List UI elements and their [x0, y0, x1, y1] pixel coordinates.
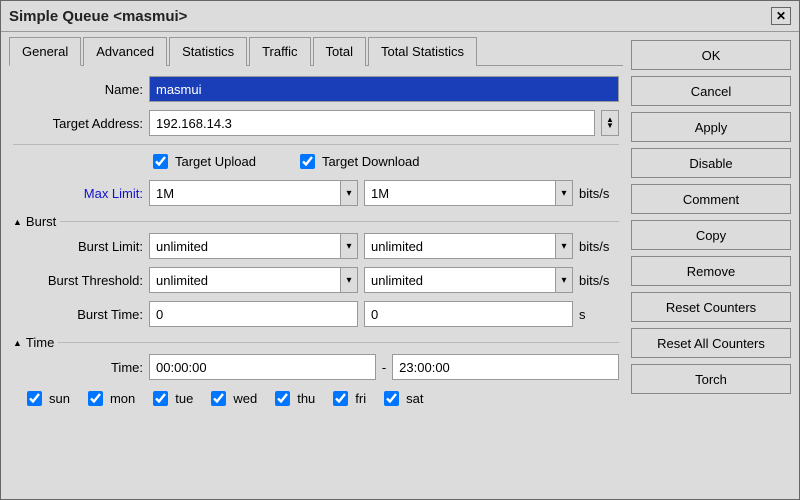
day-mon[interactable]: mon: [84, 388, 135, 409]
main-panel: General Advanced Statistics Traffic Tota…: [9, 36, 623, 491]
close-button[interactable]: ✕: [771, 7, 791, 25]
burst-time-down-input[interactable]: [364, 301, 573, 327]
tab-total-statistics[interactable]: Total Statistics: [368, 37, 477, 66]
label-burst-limit: Burst Limit:: [13, 239, 143, 254]
reset-all-counters-button[interactable]: Reset All Counters: [631, 328, 791, 358]
reset-counters-button[interactable]: Reset Counters: [631, 292, 791, 322]
remove-button[interactable]: Remove: [631, 256, 791, 286]
titlebar: Simple Queue <masmui> ✕: [1, 1, 799, 32]
target-download-check[interactable]: Target Download: [296, 151, 420, 172]
unit-bits: bits/s: [579, 186, 619, 201]
target-address-spinner[interactable]: ▲▼: [601, 110, 619, 136]
collapse-icon[interactable]: ▲: [13, 338, 22, 348]
label-burst-time: Burst Time:: [13, 307, 143, 322]
target-address-input[interactable]: [149, 110, 595, 136]
label-max-limit: Max Limit:: [13, 186, 143, 201]
row-target-address: Target Address: ▲▼: [13, 110, 619, 136]
target-upload-label: Target Upload: [175, 154, 256, 169]
name-input[interactable]: [149, 76, 619, 102]
burst-limit-down-combo[interactable]: ▾: [364, 233, 573, 259]
tab-bar: General Advanced Statistics Traffic Tota…: [9, 36, 623, 66]
day-sun[interactable]: sun: [23, 388, 70, 409]
unit-bits: bits/s: [579, 239, 619, 254]
copy-button[interactable]: Copy: [631, 220, 791, 250]
burst-limit-up-combo[interactable]: ▾: [149, 233, 358, 259]
section-burst: ▲ Burst: [13, 214, 619, 229]
day-tue[interactable]: tue: [149, 388, 193, 409]
tab-general[interactable]: General: [9, 37, 81, 66]
row-name: Name:: [13, 76, 619, 102]
day-fri[interactable]: fri: [329, 388, 366, 409]
disable-button[interactable]: Disable: [631, 148, 791, 178]
collapse-icon[interactable]: ▲: [13, 217, 22, 227]
burst-section-label: Burst: [26, 214, 56, 229]
torch-button[interactable]: Torch: [631, 364, 791, 394]
tab-statistics[interactable]: Statistics: [169, 37, 247, 66]
day-sat[interactable]: sat: [380, 388, 423, 409]
comment-button[interactable]: Comment: [631, 184, 791, 214]
section-line: [60, 221, 619, 222]
row-burst-time: Burst Time: s: [13, 301, 619, 327]
dropdown-icon[interactable]: ▾: [555, 233, 573, 259]
row-burst-limit: Burst Limit: ▾ ▾ bits/s: [13, 233, 619, 259]
max-limit-down-combo[interactable]: ▾: [364, 180, 573, 206]
label-name: Name:: [13, 82, 143, 97]
section-time: ▲ Time: [13, 335, 619, 350]
ok-button[interactable]: OK: [631, 40, 791, 70]
apply-button[interactable]: Apply: [631, 112, 791, 142]
unit-s: s: [579, 307, 619, 322]
max-limit-up-input[interactable]: [149, 180, 340, 206]
dropdown-icon[interactable]: ▾: [340, 233, 358, 259]
dropdown-icon[interactable]: ▾: [555, 267, 573, 293]
label-time: Time:: [13, 360, 143, 375]
target-upload-check[interactable]: Target Upload: [149, 151, 256, 172]
section-line: [58, 342, 619, 343]
tab-total[interactable]: Total: [313, 37, 366, 66]
burst-threshold-down-combo[interactable]: ▾: [364, 267, 573, 293]
unit-bits: bits/s: [579, 273, 619, 288]
time-separator: -: [382, 360, 386, 375]
burst-limit-down-input[interactable]: [364, 233, 555, 259]
max-limit-up-combo[interactable]: ▾: [149, 180, 358, 206]
time-from-input[interactable]: [149, 354, 376, 380]
form-area: Name: Target Address: ▲▼ Target Upload: [9, 66, 623, 413]
row-target-checks: Target Upload Target Download: [13, 151, 619, 172]
target-download-label: Target Download: [322, 154, 420, 169]
cancel-button[interactable]: Cancel: [631, 76, 791, 106]
tab-traffic[interactable]: Traffic: [249, 37, 310, 66]
dropdown-icon[interactable]: ▾: [340, 180, 358, 206]
target-download-checkbox[interactable]: [300, 154, 315, 169]
burst-time-up-input[interactable]: [149, 301, 358, 327]
divider: [13, 144, 619, 145]
tab-advanced[interactable]: Advanced: [83, 37, 167, 66]
dropdown-icon[interactable]: ▾: [340, 267, 358, 293]
label-target-address: Target Address:: [13, 116, 143, 131]
time-to-input[interactable]: [392, 354, 619, 380]
day-thu[interactable]: thu: [271, 388, 315, 409]
label-burst-threshold: Burst Threshold:: [13, 273, 143, 288]
dropdown-icon[interactable]: ▾: [555, 180, 573, 206]
side-buttons: OK Cancel Apply Disable Comment Copy Rem…: [631, 36, 791, 491]
simple-queue-window: Simple Queue <masmui> ✕ General Advanced…: [0, 0, 800, 500]
row-time: Time: -: [13, 354, 619, 380]
row-max-limit: Max Limit: ▾ ▾ bits/s: [13, 180, 619, 206]
burst-threshold-up-combo[interactable]: ▾: [149, 267, 358, 293]
row-burst-threshold: Burst Threshold: ▾ ▾ bits/s: [13, 267, 619, 293]
burst-threshold-up-input[interactable]: [149, 267, 340, 293]
days-row: sun mon tue wed thu fri sat: [13, 388, 619, 409]
burst-threshold-down-input[interactable]: [364, 267, 555, 293]
burst-limit-up-input[interactable]: [149, 233, 340, 259]
max-limit-down-input[interactable]: [364, 180, 555, 206]
time-section-label: Time: [26, 335, 54, 350]
window-body: General Advanced Statistics Traffic Tota…: [1, 32, 799, 499]
target-upload-checkbox[interactable]: [153, 154, 168, 169]
window-title: Simple Queue <masmui>: [9, 8, 187, 25]
day-wed[interactable]: wed: [207, 388, 257, 409]
